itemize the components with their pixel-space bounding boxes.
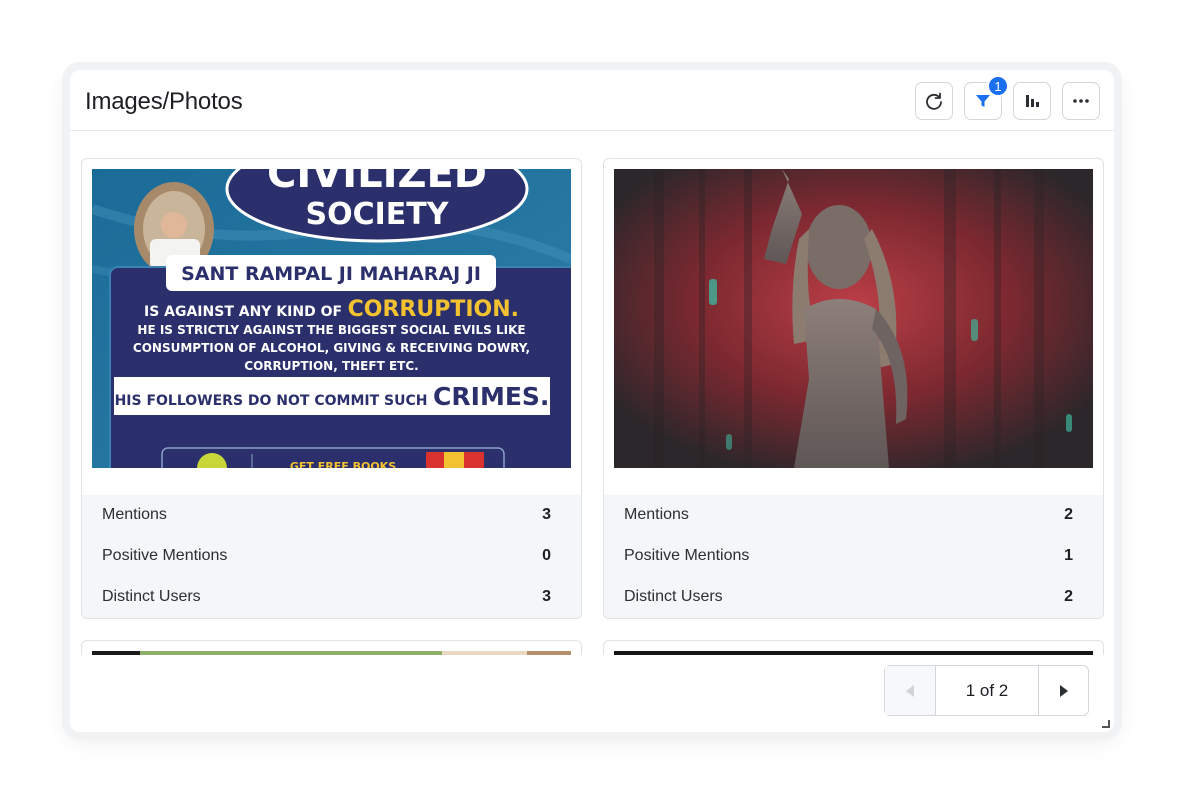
poster-crimes-text: CRIMES. — [433, 382, 550, 411]
stat-value: 2 — [1064, 588, 1073, 605]
stat-row: Positive Mentions 1 — [624, 547, 1073, 567]
stat-value: 1 — [1064, 547, 1073, 564]
poster-line1: IS AGAINST ANY KIND OF CORRUPTION. — [92, 297, 571, 322]
poster-books-text: GET FREE BOOKS — [289, 460, 397, 468]
stat-value: 0 — [542, 547, 551, 564]
image-thumbnail[interactable]: CIVILIZED SOCIETY SANT RAMPAL JI MAHARAJ… — [92, 169, 571, 468]
poster-line5-text: HIS FOLLOWERS DO NOT COMMIT SUCH — [114, 393, 428, 409]
widget-body: CIVILIZED SOCIETY SANT RAMPAL JI MAHARAJ… — [70, 131, 1114, 655]
page-indicator: 1 of 2 — [965, 680, 1009, 700]
poster-line1-text: IS AGAINST ANY KIND OF — [143, 304, 343, 320]
poster-name-text: SANT RAMPAL JI MAHARAJ JI — [181, 263, 481, 285]
filter-count-badge: 1 — [987, 75, 1009, 97]
next-page-button[interactable] — [1038, 666, 1088, 715]
refresh-icon — [926, 92, 942, 110]
more-options-button[interactable] — [1062, 82, 1100, 120]
stat-row: Mentions 2 — [624, 506, 1073, 526]
stat-label: Distinct Users — [102, 588, 201, 605]
image-card-partial[interactable] — [603, 640, 1104, 655]
poster-corruption-text: CORRUPTION. — [347, 297, 520, 322]
stat-row: Positive Mentions 0 — [102, 547, 551, 567]
images-photos-widget: Images/Photos 1 CIVILIZED SOCIETY SANT R… — [70, 70, 1114, 732]
resize-handle-icon[interactable] — [1102, 720, 1110, 728]
stat-row: Distinct Users 2 — [624, 588, 1073, 608]
stat-value: 3 — [542, 588, 551, 605]
poster-society-text: SOCIETY — [305, 197, 449, 232]
stat-value: 2 — [1064, 506, 1073, 523]
filter-button[interactable]: 1 — [964, 75, 1009, 120]
more-icon — [1073, 99, 1089, 103]
widget-footer: 1 of 2 — [70, 655, 1114, 732]
image-thumbnail[interactable] — [614, 169, 1093, 468]
filter-icon — [976, 95, 990, 107]
stats-panel: Mentions 3 Positive Mentions 0 Distinct … — [82, 495, 581, 618]
stat-label: Positive Mentions — [102, 547, 228, 564]
stat-label: Positive Mentions — [624, 547, 750, 564]
stats-panel: Mentions 2 Positive Mentions 1 Distinct … — [604, 495, 1103, 618]
refresh-button[interactable] — [915, 82, 953, 120]
stat-label: Mentions — [102, 506, 167, 523]
chevron-right-icon — [1059, 684, 1068, 697]
widget-header: Images/Photos 1 — [70, 70, 1114, 131]
poster-line2: HE IS STRICTLY AGAINST THE BIGGEST SOCIA… — [137, 323, 526, 337]
poster-line3: CONSUMPTION OF ALCOHOL, GIVING & RECEIVI… — [132, 341, 531, 355]
image-card[interactable]: CIVILIZED SOCIETY SANT RAMPAL JI MAHARAJ… — [81, 158, 582, 619]
stat-label: Distinct Users — [624, 588, 723, 605]
previous-page-button[interactable] — [885, 666, 936, 715]
image-card[interactable]: Mentions 2 Positive Mentions 1 Distinct … — [603, 158, 1104, 619]
pagination: 1 of 2 — [884, 665, 1089, 716]
stat-label: Mentions — [624, 506, 689, 523]
widget-title: Images/Photos — [85, 88, 243, 115]
poster-line5: HIS FOLLOWERS DO NOT COMMIT SUCH CRIMES. — [114, 382, 550, 411]
stat-row: Distinct Users 3 — [102, 588, 551, 608]
artwork-image — [614, 169, 1093, 468]
stat-value: 3 — [542, 506, 551, 523]
poster-line4: CORRUPTION, THEFT ETC. — [244, 359, 419, 373]
chart-button[interactable] — [1013, 82, 1051, 120]
image-card-partial[interactable] — [81, 640, 582, 655]
bar-chart-icon — [1026, 95, 1039, 107]
stat-row: Mentions 3 — [102, 506, 551, 526]
poster-civilized-text: CIVILIZED — [267, 169, 487, 197]
chevron-left-icon — [906, 684, 914, 697]
